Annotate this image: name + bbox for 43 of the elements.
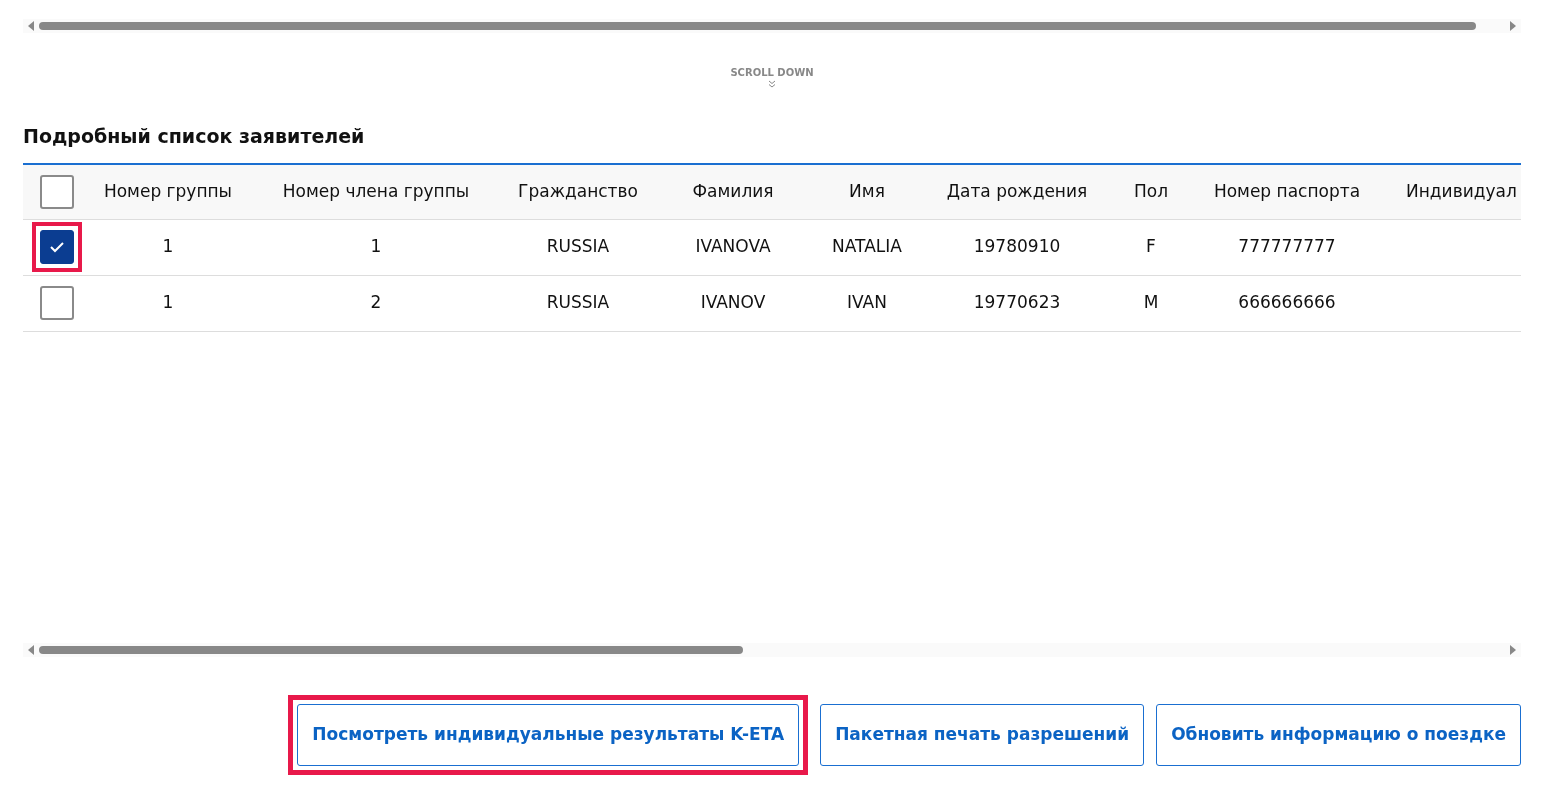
scroll-down-label: SCROLL DOWN — [730, 66, 814, 80]
checkmark-icon — [49, 241, 65, 253]
action-button[interactable]: Пакетная печать разрешений — [820, 704, 1145, 766]
table-cell-text: NATALIA — [832, 235, 902, 259]
column-header: Дата рождения — [946, 179, 1088, 203]
table-cell-text: 1 — [162, 291, 174, 315]
table-cell-text: RUSSIA — [546, 291, 610, 315]
checkbox[interactable] — [40, 230, 74, 264]
horizontal-scrollbar[interactable] — [23, 643, 1521, 657]
action-button[interactable]: Посмотреть индивидуальные результаты K-ETA — [297, 704, 800, 766]
table-cell-text: 1 — [162, 235, 174, 259]
table-cell-text: 1 — [370, 235, 382, 259]
scrollbar-thumb[interactable] — [39, 22, 1476, 30]
table-cell-text: RUSSIA — [546, 235, 610, 259]
checkbox[interactable] — [40, 174, 74, 209]
table-cell-text: IVAN — [847, 291, 887, 315]
table-cell-text: 2 — [370, 291, 382, 315]
scroll-left-icon[interactable] — [27, 645, 35, 655]
table-cell-text: F — [1146, 235, 1156, 259]
checkbox[interactable] — [40, 286, 74, 320]
horizontal-scrollbar[interactable] — [23, 19, 1521, 33]
table-cell-text: 777777777 — [1238, 235, 1336, 259]
section-title: Подробный список заявителей — [23, 124, 366, 149]
scroll-left-icon[interactable] — [27, 21, 35, 31]
table-cell-text: M — [1143, 291, 1159, 315]
double-chevron-down-icon — [768, 80, 776, 88]
column-header: Номер паспорта — [1213, 179, 1361, 203]
column-header: Пол — [1133, 179, 1169, 203]
column-header: Имя — [849, 179, 885, 203]
table-cell-text: 19780910 — [973, 235, 1061, 259]
scroll-right-icon[interactable] — [1509, 645, 1517, 655]
scroll-right-icon[interactable] — [1509, 21, 1517, 31]
column-header: Номер члена группы — [282, 179, 470, 203]
table-cell-text: 666666666 — [1238, 291, 1336, 315]
action-button[interactable]: Обновить информацию о поездке — [1156, 704, 1521, 766]
table-cell-text: IVANOV — [700, 291, 766, 315]
table-cell-text: 19770623 — [973, 291, 1061, 315]
column-header: Фамилия — [692, 179, 774, 203]
table-cell-text: IVANOVA — [695, 235, 771, 259]
scrollbar-thumb[interactable] — [39, 646, 743, 654]
column-header: Индивидуал — [1406, 179, 1517, 203]
column-header: Гражданство — [518, 179, 638, 203]
column-header: Номер группы — [103, 179, 233, 203]
